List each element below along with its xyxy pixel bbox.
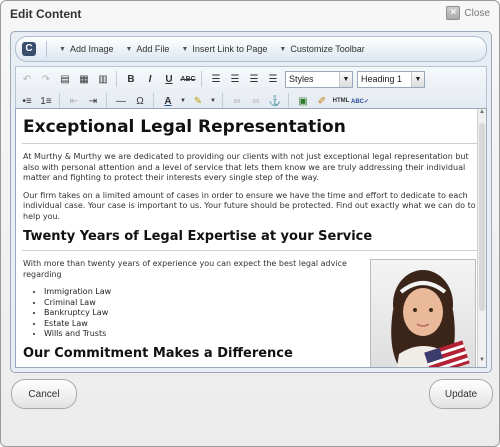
clean-formatting-icon[interactable]: ✐ xyxy=(314,93,330,109)
horizontal-rule-icon[interactable]: — xyxy=(113,93,129,109)
rich-text-toolbar: ↶ ↷ ▤ ▦ ▥ B I U ABC ☰ ☰ ☰ ☰ Styles ▼ Hea… xyxy=(15,66,487,114)
add-file-label[interactable]: Add File xyxy=(136,44,169,54)
toolbar-divider xyxy=(153,93,154,109)
italic-icon[interactable]: I xyxy=(142,71,158,87)
toolbar-divider xyxy=(201,71,202,87)
align-center-icon[interactable]: ☰ xyxy=(227,71,243,87)
toolbar-divider xyxy=(116,71,117,87)
image-icon[interactable]: ▣ xyxy=(295,93,311,109)
chevron-down-icon[interactable]: ▼ xyxy=(411,71,424,87)
styles-select[interactable]: Styles ▼ xyxy=(285,70,353,88)
toolbar-divider xyxy=(46,41,47,57)
indent-icon[interactable]: ⇥ xyxy=(85,93,101,109)
html-source-icon[interactable]: HTML xyxy=(333,93,350,109)
intro-paragraph[interactable]: At Murthy & Murthy we are dedicated to p… xyxy=(23,152,484,184)
strikethrough-icon[interactable]: ABC xyxy=(180,71,196,87)
underline-icon[interactable]: U xyxy=(161,71,177,87)
anchor-icon[interactable]: ⚓ xyxy=(267,93,283,109)
toolbar-divider xyxy=(288,93,289,109)
link-icon[interactable]: ∞ xyxy=(229,93,245,109)
editor-content-area[interactable]: Exceptional Legal Representation At Murt… xyxy=(15,108,487,368)
highlight-color-icon[interactable]: ✎ xyxy=(190,93,206,109)
format-select-value[interactable]: Heading 1 xyxy=(358,74,411,84)
close-button[interactable]: × Close xyxy=(446,6,490,20)
close-label[interactable]: Close xyxy=(464,8,490,19)
add-file-button[interactable]: ▼ Add File xyxy=(125,44,169,54)
update-button[interactable]: Update xyxy=(429,379,493,409)
dropdown-arrow-icon: ▼ xyxy=(125,45,133,53)
format-select[interactable]: Heading 1 ▼ xyxy=(357,70,425,88)
outdent-icon[interactable]: ⇤ xyxy=(66,93,82,109)
scroll-up-icon[interactable]: ▲ xyxy=(478,109,486,119)
add-image-button[interactable]: ▼ Add Image xyxy=(59,44,113,54)
expertise-paragraph[interactable]: With more than twenty years of experienc… xyxy=(23,259,353,280)
align-right-icon[interactable]: ☰ xyxy=(246,71,262,87)
expertise-section: With more than twenty years of experienc… xyxy=(22,259,484,367)
bold-icon[interactable]: B xyxy=(123,71,139,87)
section-heading-expertise[interactable]: Twenty Years of Legal Expertise at your … xyxy=(23,229,484,244)
child-with-flag-photo[interactable] xyxy=(370,259,476,367)
toolbar-row-1: ↶ ↷ ▤ ▦ ▥ B I U ABC ☰ ☰ ☰ ☰ Styles ▼ Hea… xyxy=(16,69,425,89)
toolbar-divider xyxy=(106,93,107,109)
content-toolbar: C ▼ Add Image ▼ Add File ▼ Insert Link to P… xyxy=(15,36,487,62)
paste-word-icon[interactable]: ▥ xyxy=(95,71,111,87)
styles-select-value[interactable]: Styles xyxy=(286,74,339,84)
content-editor: C ▼ Add Image ▼ Add File ▼ Insert Link to P… xyxy=(10,31,492,373)
align-justify-icon[interactable]: ☰ xyxy=(265,71,281,87)
paste-text-icon[interactable]: ▦ xyxy=(76,71,92,87)
dropdown-arrow-icon: ▼ xyxy=(181,45,189,53)
redo-icon[interactable]: ↷ xyxy=(38,71,54,87)
customize-toolbar-button[interactable]: ▼ Customize Toolbar xyxy=(279,44,364,54)
scroll-down-icon[interactable]: ▼ xyxy=(478,357,486,367)
text-color-icon[interactable]: A xyxy=(160,93,176,109)
customize-toolbar-label[interactable]: Customize Toolbar xyxy=(290,44,364,54)
insert-link-button[interactable]: ▼ Insert Link to Page xyxy=(181,44,267,54)
vertical-scrollbar[interactable]: ▲ ▼ xyxy=(477,109,486,367)
horizontal-rule xyxy=(22,250,484,251)
bullet-list-icon[interactable]: •≡ xyxy=(19,93,35,109)
firm-paragraph[interactable]: Our firm takes on a limited amount of ca… xyxy=(23,191,484,223)
insert-link-label[interactable]: Insert Link to Page xyxy=(192,44,267,54)
chevron-down-icon[interactable]: ▼ xyxy=(209,93,217,109)
toolbar-divider xyxy=(59,93,60,109)
chevron-down-icon[interactable]: ▼ xyxy=(339,71,352,87)
special-character-icon[interactable]: Ω xyxy=(132,93,148,109)
add-image-label[interactable]: Add Image xyxy=(70,44,114,54)
page-heading[interactable]: Exceptional Legal Representation xyxy=(23,117,484,137)
scrollbar-thumb[interactable] xyxy=(479,123,485,311)
chevron-down-icon[interactable]: ▼ xyxy=(179,93,187,109)
toolbar-divider xyxy=(222,93,223,109)
align-left-icon[interactable]: ☰ xyxy=(208,71,224,87)
paste-icon[interactable]: ▤ xyxy=(57,71,73,87)
document-body[interactable]: Exceptional Legal Representation At Murt… xyxy=(16,109,486,367)
horizontal-rule xyxy=(22,143,484,144)
dropdown-arrow-icon: ▼ xyxy=(279,45,287,53)
spellcheck-icon[interactable]: ABC✓ xyxy=(351,93,369,109)
edit-content-dialog: Edit Content × Close C ▼ Add Image ▼ Add F… xyxy=(0,0,500,447)
numbered-list-icon[interactable]: 1≡ xyxy=(38,93,54,109)
cms-logo-icon[interactable]: C xyxy=(22,42,36,56)
close-icon[interactable]: × xyxy=(446,6,461,20)
dropdown-arrow-icon: ▼ xyxy=(59,45,66,53)
horizontal-rule xyxy=(22,366,362,367)
dialog-title: Edit Content xyxy=(10,7,82,21)
undo-icon[interactable]: ↶ xyxy=(19,71,35,87)
dialog-titlebar: Edit Content × Close xyxy=(1,1,499,27)
unlink-icon[interactable]: ∞ xyxy=(248,93,264,109)
photo-illustration xyxy=(371,260,475,367)
cancel-button[interactable]: Cancel xyxy=(11,379,77,409)
